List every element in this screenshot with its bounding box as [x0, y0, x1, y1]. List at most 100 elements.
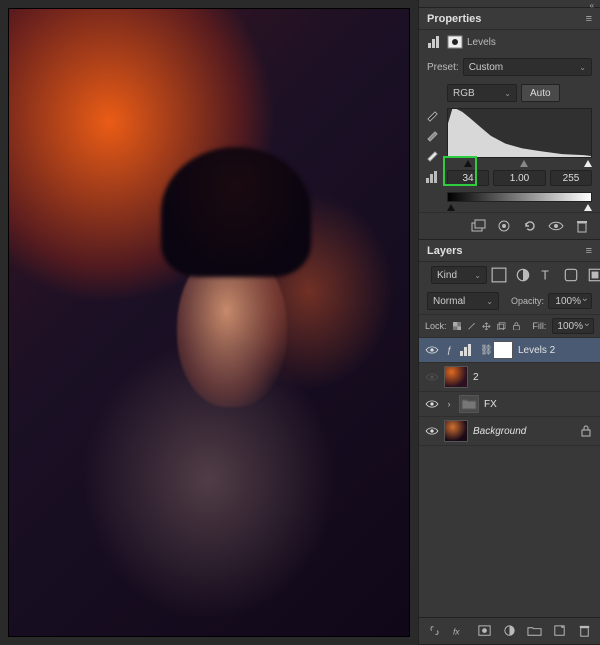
svg-text:T: T	[541, 269, 549, 283]
adjustment-name: Levels	[467, 37, 496, 48]
fill-label: Fill:	[532, 321, 546, 331]
black-point-eyedropper-icon[interactable]	[425, 106, 441, 122]
layer-name[interactable]: FX	[484, 399, 594, 410]
input-slider-track[interactable]	[447, 160, 592, 168]
layer-name[interactable]: Background	[473, 426, 573, 437]
folder-icon	[459, 395, 479, 413]
output-gradient[interactable]	[447, 192, 592, 202]
visibility-toggle[interactable]	[425, 372, 439, 382]
chevron-down-icon: ⌄	[486, 297, 493, 306]
link-icon[interactable]: ⛓	[480, 345, 488, 356]
panel-collapse-bar[interactable]: «	[419, 0, 600, 8]
preset-row: Preset: Custom ⌄	[419, 54, 600, 80]
fx-icon[interactable]: fx	[452, 624, 467, 638]
white-point-eyedropper-icon[interactable]	[425, 146, 441, 162]
layers-footer: fx	[419, 617, 600, 644]
lock-position-icon[interactable]	[482, 319, 491, 333]
properties-footer	[419, 212, 600, 239]
channel-row: RGB ⌄ Auto	[419, 80, 600, 106]
input-level-values: 34 1.00 255	[419, 168, 600, 190]
blend-mode-select[interactable]: Normal ⌄	[427, 292, 499, 310]
chevron-down-icon: ⌄	[504, 89, 511, 98]
output-white-slider[interactable]	[584, 204, 592, 211]
channel-select[interactable]: RGB ⌄	[447, 84, 517, 102]
filter-smart-icon[interactable]	[587, 268, 600, 282]
layers-header[interactable]: Layers ≡	[419, 240, 600, 262]
right-panels: « Properties ≡ Levels Preset: Custom ⌄ R	[418, 0, 600, 645]
reset-icon[interactable]	[522, 219, 538, 233]
lock-icon[interactable]	[578, 424, 594, 438]
document-canvas[interactable]	[0, 0, 418, 645]
lock-transparency-icon[interactable]	[453, 319, 462, 333]
input-white-field[interactable]: 255	[550, 170, 592, 186]
black-point-slider[interactable]	[464, 160, 472, 167]
filter-adjustment-icon[interactable]	[515, 268, 531, 282]
layer-filter-row: Kind ⌄ T	[419, 262, 600, 288]
layer-row-2[interactable]: 2	[419, 363, 600, 392]
filter-type-icon[interactable]: T	[539, 268, 555, 282]
midtone-slider[interactable]	[520, 160, 528, 167]
expand-group-icon[interactable]: ›	[444, 399, 454, 409]
properties-panel: Properties ≡ Levels Preset: Custom ⌄ RGB…	[419, 8, 600, 240]
layers-panel: Layers ≡ Kind ⌄ T Normal ⌄ Opacity	[419, 240, 600, 645]
document-image	[8, 8, 410, 637]
gray-point-eyedropper-icon[interactable]	[425, 126, 441, 142]
lock-label: Lock:	[425, 321, 447, 331]
chevron-down-icon: ⌄	[579, 63, 586, 72]
histogram[interactable]	[447, 108, 592, 158]
lock-all-icon[interactable]	[512, 319, 521, 333]
layer-thumb[interactable]	[444, 366, 468, 388]
lock-pixels-icon[interactable]	[467, 319, 476, 333]
preset-label: Preset:	[427, 62, 459, 73]
auto-label: Auto	[530, 88, 551, 99]
opacity-value: 100%	[555, 296, 581, 307]
adjustment-add-icon[interactable]	[502, 624, 517, 638]
mask-icon	[447, 35, 463, 49]
layer-thumb[interactable]	[444, 420, 468, 442]
opacity-field[interactable]: 100%	[548, 293, 592, 309]
input-black-field[interactable]: 34	[447, 170, 489, 186]
layer-row-fx-group[interactable]: › FX	[419, 392, 600, 417]
fill-field[interactable]: 100%	[552, 318, 594, 334]
visibility-icon[interactable]	[548, 219, 564, 233]
layer-row-background[interactable]: Background	[419, 417, 600, 446]
properties-header[interactable]: Properties ≡	[419, 8, 600, 30]
properties-title: Properties	[427, 13, 481, 25]
preset-select[interactable]: Custom ⌄	[463, 58, 592, 76]
layer-name[interactable]: 2	[473, 372, 594, 383]
layer-mask-thumb[interactable]	[493, 341, 513, 359]
white-point-slider[interactable]	[584, 160, 592, 167]
panel-menu-icon[interactable]: ≡	[586, 13, 592, 25]
preset-value: Custom	[469, 62, 503, 73]
panel-menu-icon[interactable]: ≡	[586, 245, 592, 257]
mask-add-icon[interactable]	[477, 624, 492, 638]
layer-row-levels2[interactable]: ƒ ⛓ Levels 2	[419, 338, 600, 363]
filter-shape-icon[interactable]	[563, 268, 579, 282]
output-slider-track[interactable]	[447, 204, 592, 212]
layer-name[interactable]: Levels 2	[518, 345, 594, 356]
visibility-toggle[interactable]	[425, 399, 439, 409]
link-layers-icon[interactable]	[427, 624, 442, 638]
visibility-toggle[interactable]	[425, 426, 439, 436]
view-previous-icon[interactable]	[496, 219, 512, 233]
auto-button[interactable]: Auto	[521, 84, 560, 102]
new-layer-icon[interactable]	[552, 624, 567, 638]
filter-kind-select[interactable]: Kind ⌄	[431, 266, 487, 284]
eyedropper-stack	[425, 106, 441, 162]
output-black-slider[interactable]	[447, 204, 455, 211]
chevron-down-icon: ⌄	[474, 271, 481, 280]
trash-icon[interactable]	[577, 624, 592, 638]
group-add-icon[interactable]	[527, 624, 542, 638]
lock-nested-icon[interactable]	[497, 319, 506, 333]
filter-icon-strip: T	[491, 268, 600, 282]
fx-indicator-icon: ƒ	[444, 343, 454, 357]
visibility-toggle[interactable]	[425, 345, 439, 355]
adjustment-type-row: Levels	[419, 30, 600, 54]
filter-pixel-icon[interactable]	[491, 268, 507, 282]
layers-title: Layers	[427, 245, 462, 257]
levels-icon	[427, 34, 443, 50]
trash-icon[interactable]	[574, 219, 590, 233]
clip-to-layer-icon[interactable]	[470, 219, 486, 233]
lock-row: Lock: Fill: 100%	[419, 315, 600, 338]
input-gamma-field[interactable]: 1.00	[493, 170, 546, 186]
